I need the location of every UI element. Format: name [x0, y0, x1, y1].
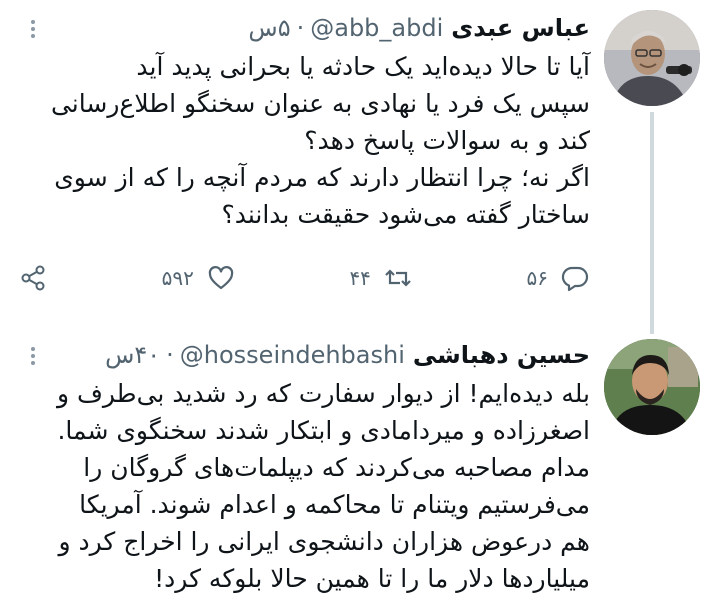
- like-button[interactable]: ۵۹۲: [162, 263, 236, 293]
- tweet[interactable]: عباس عبدی @abb_abdi · ۵س آیا تا حالا دید…: [0, 0, 714, 334]
- timestamp[interactable]: ۴۰س: [105, 341, 160, 369]
- like-count: ۵۹۲: [161, 266, 194, 290]
- tweet-text: آیا تا حالا دیده‌اید یک حادثه یا بحرانی …: [18, 48, 590, 233]
- share-button[interactable]: [18, 263, 48, 293]
- reply-button[interactable]: ۵۶: [527, 263, 590, 293]
- separator: ·: [166, 341, 174, 369]
- share-icon: [18, 263, 48, 293]
- separator: ·: [296, 14, 305, 42]
- tweet-text-line: ساختار گفته می‌شود حقیقت بدانند؟: [221, 200, 590, 229]
- avatar[interactable]: [604, 339, 700, 435]
- tweet-actions: ۵۶ ۴۴ ۵۹۲: [18, 258, 590, 298]
- tweet-text: بله دیده‌ایم! از دیوار سفارت که رد شدید …: [18, 375, 590, 597]
- tweet-text-line: آیا تا حالا دیده‌اید یک حادثه یا بحرانی …: [136, 52, 590, 81]
- avatar[interactable]: [604, 10, 700, 106]
- tweet-text-line: بله دیده‌ایم! از دیوار سفارت که رد شدید …: [56, 379, 590, 408]
- heart-icon: [206, 263, 236, 293]
- display-name[interactable]: حسین دهباشی: [413, 341, 590, 369]
- tweet-text-line: هم درعوض هزاران دانشجوی ایرانی را اخراج …: [58, 527, 590, 556]
- retweet-icon: [383, 263, 413, 293]
- tweet-text-line: اگر نه؛ چرا انتظار دارند که مردم آنچه را…: [54, 163, 590, 192]
- reply-icon: [560, 263, 590, 293]
- tweet-text-line: می‌فرستیم ویتنام تا محاکمه و اعدام شوند.…: [79, 490, 590, 519]
- display-name[interactable]: عباس عبدی: [451, 14, 590, 42]
- tweet-content: حسین دهباشی @hosseindehbashi · ۴۰س بله د…: [18, 335, 590, 597]
- tweet-text-line: اصغرزاده و میردامادی و ابتکار شدند سخنگو…: [57, 416, 590, 445]
- avatar-photo-icon: [604, 10, 700, 106]
- tweet-header: عباس عبدی @abb_abdi · ۵س: [18, 8, 590, 48]
- reply-count: ۵۶: [526, 266, 548, 290]
- username[interactable]: @hosseindehbashi: [180, 341, 405, 369]
- tweet-text-line: مدام مصاحبه می‌کردند که دیپلمات‌های گروگ…: [83, 453, 590, 482]
- tweet-text-line: کند و به سوالات پاسخ دهد؟: [304, 126, 590, 155]
- retweet-button[interactable]: ۴۴: [349, 263, 412, 293]
- avatar-photo-icon: [604, 339, 700, 435]
- tweet-text-line: سپس یک فرد یا نهادی به عنوان سخنگو اطلاع…: [50, 89, 590, 118]
- retweet-count: ۴۴: [349, 266, 371, 290]
- tweet-header: حسین دهباشی @hosseindehbashi · ۴۰س: [18, 335, 590, 375]
- more-options-icon[interactable]: [22, 345, 44, 367]
- username[interactable]: @abb_abdi: [310, 14, 443, 42]
- tweet[interactable]: حسین دهباشی @hosseindehbashi · ۴۰س بله د…: [0, 325, 714, 614]
- thread-line: [650, 112, 654, 334]
- more-options-icon[interactable]: [22, 18, 44, 40]
- tweet-content: عباس عبدی @abb_abdi · ۵س آیا تا حالا دید…: [18, 8, 590, 233]
- timestamp[interactable]: ۵س: [248, 14, 290, 42]
- tweet-text-line: میلیاردها دلار ما را تا همین حالا بلوکه …: [154, 564, 590, 593]
